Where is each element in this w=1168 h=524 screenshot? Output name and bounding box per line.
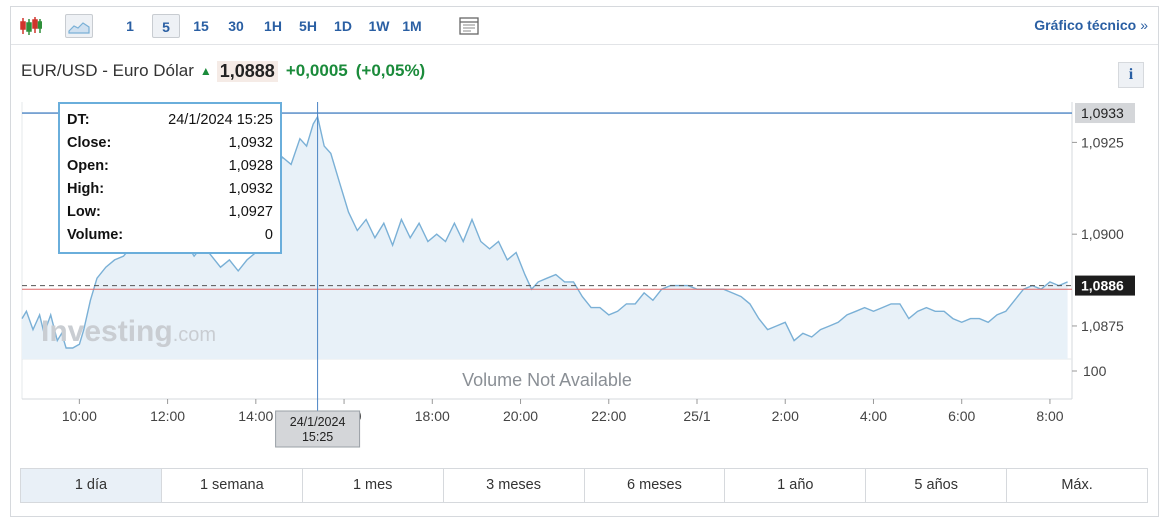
x-tick-label: 8:00 (1036, 408, 1063, 424)
tooltip-key: Volume: (67, 227, 124, 243)
y-tick-label: 1,0875 (1081, 318, 1124, 334)
range-5-a-os[interactable]: 5 años (866, 469, 1008, 502)
x-tick-label: 20:00 (503, 408, 538, 424)
tooltip-row: High: 1,0932 (67, 179, 273, 202)
range-1-semana[interactable]: 1 semana (162, 469, 303, 502)
tooltip-row: Low: 1,0927 (67, 202, 273, 225)
range-1-día[interactable]: 1 día (21, 469, 162, 502)
tooltip-key: Close: (67, 135, 112, 151)
range-6-meses[interactable]: 6 meses (585, 469, 726, 502)
x-tick-label: 18:00 (415, 408, 450, 424)
x-tick-label: 4:00 (860, 408, 887, 424)
current-price-label: 1,0886 (1081, 278, 1124, 294)
x-tick-label: 10:00 (62, 408, 97, 424)
x-tick-label: 25/1 (683, 408, 710, 424)
y-tick-label: 1,0900 (1081, 226, 1124, 242)
x-tick-label: 22:00 (591, 408, 626, 424)
tooltip-key: DT: (67, 112, 90, 128)
tooltip-row: Volume: 0 (67, 225, 273, 248)
tooltip-key: Open: (67, 158, 109, 174)
tooltip-value: 1,0932 (228, 135, 273, 151)
range-1-a-o[interactable]: 1 año (725, 469, 867, 502)
x-tick-label: 6:00 (948, 408, 975, 424)
tooltip-row: DT: 24/1/2024 15:25 (67, 110, 273, 133)
chart-widget: 1 5 15 30 1H 5H 1D 1W 1M Gráfico técnico» EUR/US… (10, 6, 1159, 517)
range-1-mes[interactable]: 1 mes (303, 469, 444, 502)
volume-not-available: Volume Not Available (462, 370, 632, 390)
crosshair-date-label: 24/1/2024 (290, 415, 346, 429)
x-tick-label: 12:00 (150, 408, 185, 424)
volume-axis-label: 100 (1083, 363, 1107, 379)
x-tick-label: 14:00 (238, 408, 273, 424)
data-tooltip: DT: 24/1/2024 15:25 Close: 1,0932 Open: 1,092… (58, 102, 282, 254)
tooltip-key: Low: (67, 204, 101, 220)
range-3-meses[interactable]: 3 meses (444, 469, 585, 502)
crosshair-time-label: 15:25 (302, 430, 333, 444)
range-máx-[interactable]: Máx. (1007, 469, 1147, 502)
tooltip-value: 1,0928 (228, 158, 273, 174)
range-selector: 1 día 1 semana 1 mes 3 meses 6 meses 1 año 5 a… (20, 468, 1148, 503)
tooltip-value: 0 (264, 227, 273, 243)
y-tick-label: 1,0925 (1081, 134, 1124, 150)
tooltip-key: High: (67, 181, 105, 197)
tooltip-value: 1,0927 (228, 204, 273, 220)
crosshair-price-label: 1,0933 (1081, 105, 1124, 121)
investing-watermark-suffix: .com (173, 324, 216, 346)
x-tick-label: 2:00 (772, 408, 799, 424)
tooltip-value: 24/1/2024 15:25 (168, 112, 273, 128)
tooltip-row: Open: 1,0928 (67, 156, 273, 179)
tooltip-row: Close: 1,0932 (67, 133, 273, 156)
tooltip-value: 1,0932 (228, 181, 273, 197)
